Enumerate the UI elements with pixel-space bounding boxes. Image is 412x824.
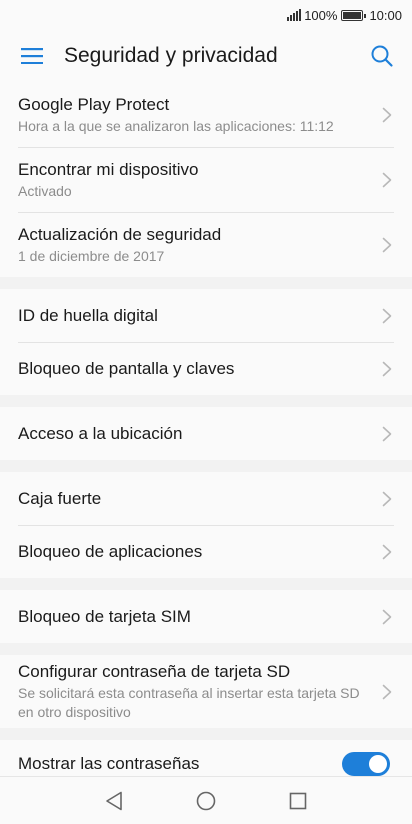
settings-item[interactable]: Acceso a la ubicación bbox=[0, 407, 412, 460]
settings-item-label: Actualización de seguridad bbox=[18, 224, 222, 244]
settings-group: Mostrar las contraseñas bbox=[0, 740, 412, 776]
chevron-right-icon bbox=[382, 107, 392, 123]
chevron-right-icon bbox=[382, 308, 392, 324]
back-triangle-icon[interactable] bbox=[102, 789, 126, 813]
signal-icon bbox=[287, 9, 302, 21]
search-icon[interactable] bbox=[352, 30, 412, 82]
settings-item[interactable]: Configurar contraseña de tarjeta SD Se so… bbox=[0, 655, 412, 728]
settings-item-label: Bloqueo de tarjeta SIM bbox=[18, 606, 191, 626]
chevron-right-icon bbox=[382, 172, 392, 188]
app-bar: Seguridad y privacidad bbox=[0, 30, 412, 82]
chevron-right-icon bbox=[382, 684, 392, 700]
settings-item[interactable]: Bloqueo de pantalla y claves bbox=[0, 342, 412, 395]
settings-item-label: ID de huella digital bbox=[18, 305, 158, 325]
clock: 10:00 bbox=[369, 7, 402, 23]
settings-group: Caja fuerte Bloqueo de aplicaciones bbox=[0, 472, 412, 578]
settings-item[interactable]: Caja fuerte bbox=[0, 472, 412, 525]
settings-item-label: Mostrar las contraseñas bbox=[18, 754, 200, 773]
settings-item-subtitle: Se solicitará esta contraseña al inserta… bbox=[18, 685, 360, 720]
chevron-right-icon bbox=[382, 544, 392, 560]
settings-item-label: Encontrar mi dispositivo bbox=[18, 159, 199, 179]
settings-item[interactable]: Bloqueo de aplicaciones bbox=[0, 525, 412, 578]
settings-item-label: Google Play Protect bbox=[18, 94, 170, 114]
battery-percent: 100% bbox=[304, 7, 338, 23]
page-title: Seguridad y privacidad bbox=[64, 44, 278, 67]
settings-group: ID de huella digital Bloqueo de pantalla … bbox=[0, 289, 412, 395]
settings-item-label: Configurar contraseña de tarjeta SD bbox=[18, 662, 291, 681]
settings-item-subtitle: Activado bbox=[18, 182, 72, 199]
navigation-bar bbox=[0, 776, 412, 824]
settings-item[interactable]: ID de huella digital bbox=[0, 289, 412, 342]
settings-item-subtitle: Hora a la que se analizaron las aplicaci… bbox=[18, 117, 334, 134]
settings-group: Acceso a la ubicación bbox=[0, 407, 412, 460]
recents-square-icon[interactable] bbox=[286, 789, 310, 813]
settings-group: Configurar contraseña de tarjeta SD Se so… bbox=[0, 655, 412, 728]
settings-item[interactable]: Bloqueo de tarjeta SIM bbox=[0, 590, 412, 643]
settings-item-label: Bloqueo de aplicaciones bbox=[18, 541, 203, 561]
settings-list[interactable]: Google Play Protect Hora a la que se anal… bbox=[0, 82, 412, 776]
chevron-right-icon bbox=[382, 491, 392, 507]
settings-item-label: Caja fuerte bbox=[18, 488, 102, 508]
settings-item[interactable]: Encontrar mi dispositivo Activado bbox=[0, 147, 412, 212]
chevron-right-icon bbox=[382, 237, 392, 253]
settings-item-label: Bloqueo de pantalla y claves bbox=[18, 358, 235, 378]
settings-item-subtitle: 1 de diciembre de 2017 bbox=[18, 247, 165, 264]
settings-group: Google Play Protect Hora a la que se anal… bbox=[0, 82, 412, 277]
chevron-right-icon bbox=[382, 361, 392, 377]
settings-item[interactable]: Actualización de seguridad 1 de diciembre… bbox=[0, 212, 412, 277]
settings-item[interactable]: Google Play Protect Hora a la que se anal… bbox=[0, 82, 412, 147]
status-bar: 100% 10:00 bbox=[0, 0, 412, 30]
settings-item-label: Acceso a la ubicación bbox=[18, 423, 183, 443]
chevron-right-icon bbox=[382, 426, 392, 442]
home-circle-icon[interactable] bbox=[194, 789, 218, 813]
toggle-switch[interactable] bbox=[342, 752, 390, 776]
settings-item[interactable]: Mostrar las contraseñas bbox=[0, 740, 412, 776]
chevron-right-icon bbox=[382, 609, 392, 625]
battery-icon bbox=[341, 9, 367, 21]
hamburger-menu-icon[interactable] bbox=[0, 30, 64, 82]
settings-group: Bloqueo de tarjeta SIM bbox=[0, 590, 412, 643]
